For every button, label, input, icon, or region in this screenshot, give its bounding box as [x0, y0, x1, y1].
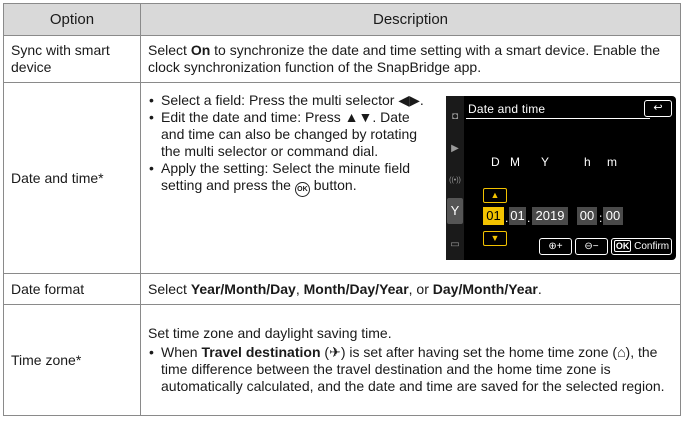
label-year: Y	[541, 155, 550, 169]
text: button.	[309, 177, 357, 193]
bold-text: Year/Month/Day	[190, 280, 296, 297]
confirm-button: OK Confirm	[611, 238, 672, 255]
description-date-time: Select a field: Press the multi selector…	[140, 82, 681, 274]
option-time-zone: Time zone*	[3, 304, 141, 416]
list-item: When Travel destination (✈) is set after…	[148, 344, 672, 395]
option-sync: Sync with smart device	[3, 35, 141, 83]
settings-table: Option Description Sync with smart devic…	[3, 3, 681, 416]
description-time-zone: Set time zone and daylight saving time. …	[140, 304, 681, 416]
camera-icon: ◘	[451, 111, 459, 122]
bullet-list: Select a field: Press the multi selector…	[148, 92, 432, 197]
text: Select	[148, 280, 191, 297]
text: When	[161, 344, 202, 360]
table-row: Time zone* Set time zone and daylight sa…	[3, 304, 681, 416]
network-icon: ((•))	[449, 177, 461, 184]
text: to synchronize the date and time setting…	[148, 42, 661, 75]
plus-button: ⊕+	[539, 238, 572, 255]
label-minute: m	[607, 155, 617, 169]
label-hour: h	[584, 155, 591, 169]
text: ) is set after having set the home time …	[340, 344, 618, 360]
text: ,	[295, 280, 304, 297]
label-day: D	[491, 155, 500, 169]
text: (	[320, 344, 330, 360]
list-item: Edit the date and time: Press ▲▼. Date a…	[148, 109, 432, 160]
table-row: Date and time* Select a field: Press the…	[3, 82, 681, 274]
minute-field: 00	[603, 207, 623, 225]
label-month: M	[510, 155, 520, 169]
travel-destination-icon: ✈	[329, 344, 341, 360]
down-arrow-icon: ▼	[483, 231, 507, 246]
option-date-format: Date format	[3, 273, 141, 305]
separator-dot: .	[527, 211, 531, 225]
text: Apply the setting: Select the minute fie…	[161, 160, 411, 193]
month-field: 01	[509, 207, 526, 225]
day-field: 01	[483, 207, 504, 225]
back-icon: ↩	[644, 100, 672, 117]
table-row: Date format Select Year/Month/Day, Month…	[3, 273, 681, 305]
battery-icon: ▭	[450, 239, 460, 250]
description-header: Description	[140, 3, 681, 36]
camera-sidebar: ◘ ▶ ((•)) Y ▭	[446, 96, 464, 260]
bold-text: On	[190, 42, 211, 58]
movie-icon: ▶	[451, 143, 459, 154]
time-zone-intro: Set time zone and daylight saving time.	[148, 325, 392, 341]
bold-text: Month/Day/Year	[303, 280, 409, 297]
up-arrow-icon: ▲	[483, 188, 507, 203]
year-field: 2019	[532, 207, 568, 225]
text: , or	[408, 280, 433, 297]
ok-icon: OK	[613, 240, 632, 252]
camera-screen: ◘ ▶ ((•)) Y ▭ Date and time ↩ D M Y h m …	[446, 96, 676, 260]
text: Select	[148, 42, 191, 58]
header-row: Option Description	[3, 3, 681, 36]
minus-button: ⊖−	[575, 238, 608, 255]
separator-dot: .	[505, 211, 509, 225]
description-sync: Select On to synchronize the date and ti…	[140, 35, 681, 83]
bold-text: Travel destination	[201, 344, 321, 360]
text: .	[537, 280, 542, 297]
ok-button-icon: OK	[294, 182, 310, 197]
screen-title: Date and time	[468, 102, 546, 116]
confirm-label: Confirm	[634, 241, 670, 252]
home-icon: ⌂	[617, 344, 626, 360]
description-date-format: Select Year/Month/Day, Month/Day/Year, o…	[140, 273, 681, 305]
hour-field: 00	[577, 207, 597, 225]
option-header: Option	[3, 3, 141, 36]
title-divider	[466, 118, 650, 119]
list-item: Select a field: Press the multi selector…	[148, 92, 432, 109]
list-item: Apply the setting: Select the minute fie…	[148, 160, 432, 197]
bullet-list: When Travel destination (✈) is set after…	[148, 344, 672, 395]
option-date-time: Date and time*	[3, 82, 141, 274]
table-row: Sync with smart device Select On to sync…	[3, 35, 681, 83]
wrench-icon: Y	[447, 198, 463, 224]
bold-text: Day/Month/Year	[432, 280, 538, 297]
separator-colon: :	[599, 211, 603, 225]
